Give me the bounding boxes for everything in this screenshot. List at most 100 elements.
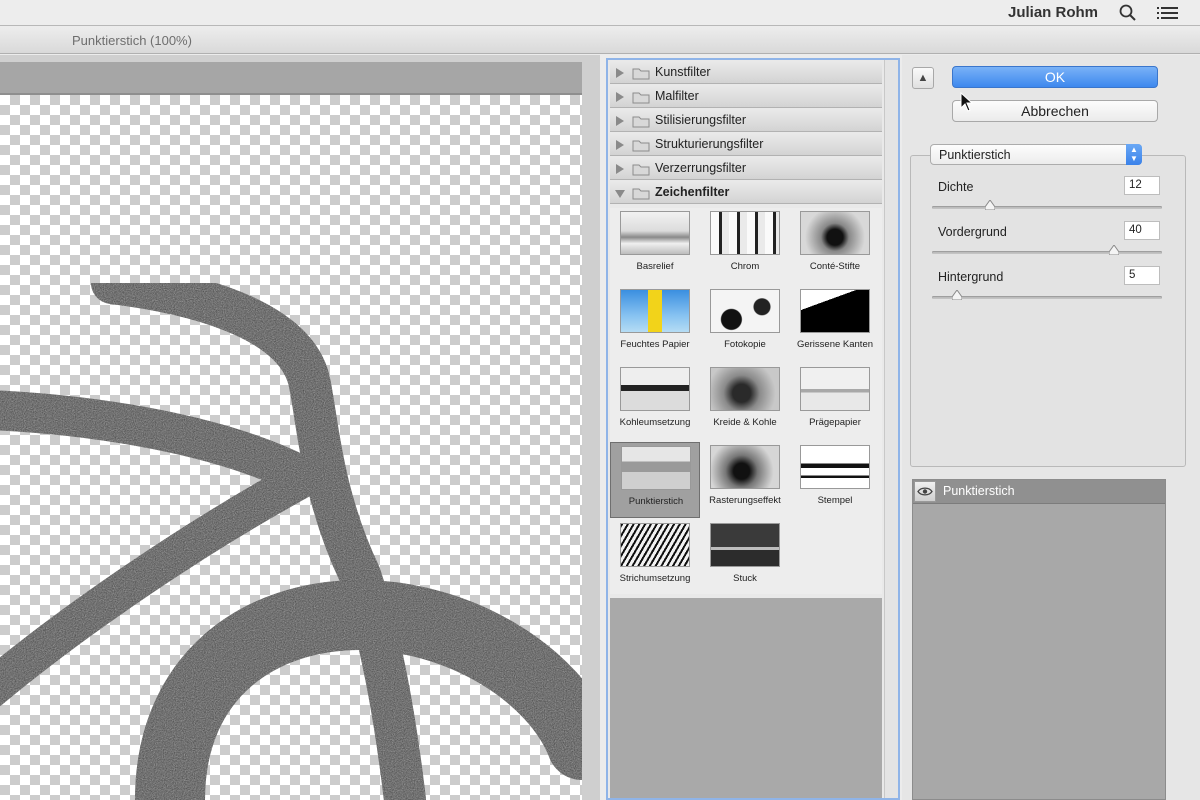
param-vordergrund: Vordergrund 40 [932,221,1164,265]
filter-thumb-punktierstich[interactable]: Punktierstich [610,442,700,518]
slider-track[interactable] [932,206,1162,209]
filter-thumb-basrelief[interactable]: Basrelief [610,208,700,284]
gallery-empty-area [610,598,882,798]
preview-header [0,62,582,95]
filter-thumb-stempel[interactable]: Stempel [790,442,880,518]
param-label: Vordergrund [938,225,1007,239]
category-stilisierungsfilter[interactable]: Stilisierungsfilter [610,110,882,132]
filter-preview-image [620,523,690,567]
cancel-button[interactable]: Abbrechen [952,100,1158,122]
filter-preview-image [621,446,691,490]
search-icon[interactable] [1118,4,1138,22]
filter-thumb-chrom[interactable]: Chrom [700,208,790,284]
menu-bar: Julian Rohm [0,0,1200,26]
filter-label: Fotokopie [724,339,766,350]
slider-knob[interactable] [984,200,995,210]
filter-thumb-kohleumsetzung[interactable]: Kohleumsetzung [610,364,700,440]
effect-layer-row[interactable]: Punktierstich [913,480,1165,504]
category-kunstfilter[interactable]: Kunstfilter [610,62,882,84]
filter-thumb-fotokopie[interactable]: Fotokopie [700,286,790,362]
eye-icon [917,487,933,496]
filter-label: Stuck [733,573,757,584]
filter-label: Prägepapier [809,417,861,428]
folder-icon [632,116,650,128]
filter-thumb-kreide-kohle[interactable]: Kreide & Kohle [700,364,790,440]
folder-icon [632,140,650,152]
filter-thumb-gerissene-kanten[interactable]: Gerissene Kanten [790,286,880,362]
user-name[interactable]: Julian Rohm [1008,4,1098,21]
filter-select-value: Punktierstich [939,148,1011,162]
select-arrows-icon: ▲ ▼ [1126,144,1142,165]
category-label: Malfilter [655,89,699,103]
param-dichte: Dichte 12 [932,176,1164,220]
category-strukturierungsfilter[interactable]: Strukturierungsfilter [610,134,882,156]
filter-preview-image [710,289,780,333]
effect-layer-label: Punktierstich [943,484,1015,498]
filter-label: Punktierstich [628,496,684,507]
folder-open-icon [632,188,650,200]
filter-thumb-stuck[interactable]: Stuck [700,520,790,596]
filter-label: Chrom [730,261,760,272]
category-zeichenfilter[interactable]: Zeichenfilter [610,182,882,204]
bicycle-preview-image [0,262,582,800]
filter-thumb-conte-stifte[interactable]: Conté-Stifte [790,208,880,284]
preview-area [0,55,600,800]
filter-preview-image [620,211,690,255]
disclosure-triangle-icon[interactable] [616,164,624,174]
disclosure-triangle-icon[interactable] [616,68,624,78]
param-hintergrund: Hintergrund 5 [932,266,1164,310]
gallery-scrollbar[interactable] [884,60,898,798]
param-label: Dichte [938,180,974,194]
filter-preview-image [620,289,690,333]
slider-knob[interactable] [1108,245,1119,255]
category-verzerrungsfilter[interactable]: Verzerrungsfilter [610,158,882,180]
list-icon[interactable] [1156,4,1180,22]
param-value-input[interactable]: 40 [1124,221,1160,240]
filter-gallery: Kunstfilter Malfilter Stilisierungsfilte… [606,58,900,800]
category-label: Verzerrungsfilter [655,161,747,175]
filter-thumb-praegepapier[interactable]: Prägepapier [790,364,880,440]
filter-thumb-feuchtes-papier[interactable]: Feuchtes Papier [610,286,700,362]
chevron-up-icon[interactable]: ▲ [912,67,934,89]
folder-icon [632,92,650,104]
disclosure-triangle-icon[interactable] [616,140,624,150]
ok-button[interactable]: OK [952,66,1158,88]
window-titlebar: Punktierstich (100%) [0,28,1200,54]
category-label: Zeichenfilter [655,185,730,199]
mouse-cursor-icon [960,92,974,112]
filter-preview-image [710,445,780,489]
filter-select[interactable]: Punktierstich ▲ ▼ [930,144,1142,165]
slider-track[interactable] [932,251,1162,254]
category-label: Kunstfilter [655,65,711,79]
slider-knob[interactable] [952,290,963,300]
filter-preview-image [800,211,870,255]
filter-label: Basrelief [636,261,674,272]
filter-label: Kreide & Kohle [713,417,777,428]
category-label: Stilisierungsfilter [655,113,747,127]
category-label: Strukturierungsfilter [655,137,764,151]
param-label: Hintergrund [938,270,1004,284]
preview-canvas[interactable] [0,95,582,800]
folder-icon [632,164,650,176]
filter-preview-image [800,289,870,333]
filter-label: Rasterungseffekt [709,495,781,506]
window-title: Punktierstich (100%) [72,33,192,48]
category-malfilter[interactable]: Malfilter [610,86,882,108]
visibility-toggle[interactable] [914,481,936,502]
filter-label: Stempel [817,495,853,506]
filter-thumbnails: Basrelief Chrom Conté-Stifte Feuchtes Pa… [610,208,882,594]
settings-panel: ▲ OK Abbrechen Punktierstich ▲ ▼ Dichte 1… [902,55,1200,800]
disclosure-triangle-icon[interactable] [616,116,624,126]
disclosure-triangle-icon[interactable] [615,190,625,198]
filter-preview-image [620,367,690,411]
filter-thumb-strichumsetzung[interactable]: Strichumsetzung [610,520,700,596]
param-value-input[interactable]: 12 [1124,176,1160,195]
disclosure-triangle-icon[interactable] [616,92,624,102]
filter-thumb-rasterungseffekt[interactable]: Rasterungseffekt [700,442,790,518]
filter-label: Feuchtes Papier [620,339,690,350]
filter-preview-image [710,211,780,255]
param-value-input[interactable]: 5 [1124,266,1160,285]
effect-layers-panel: Punktierstich [912,479,1166,800]
slider-track[interactable] [932,296,1162,299]
filter-label: Kohleumsetzung [619,417,691,428]
